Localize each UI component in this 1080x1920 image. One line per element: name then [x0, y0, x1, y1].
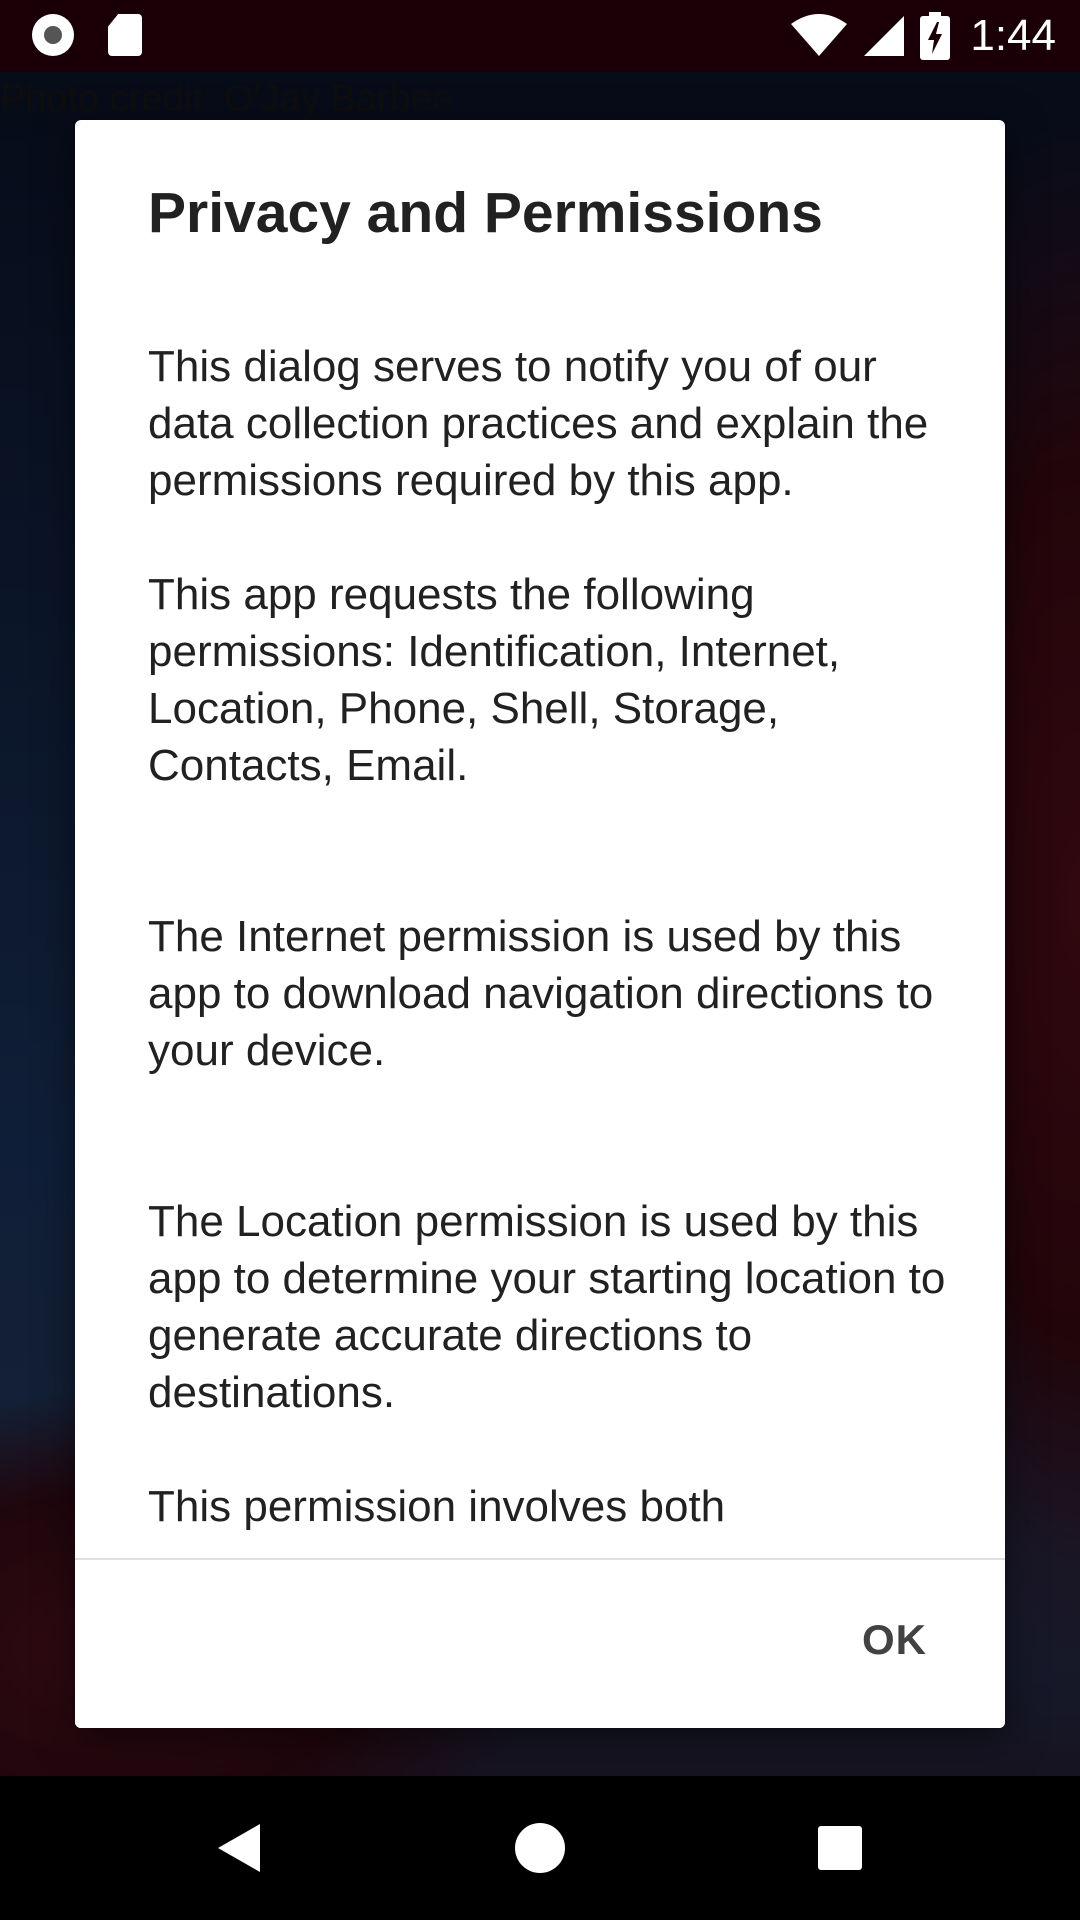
back-icon[interactable] — [212, 1820, 268, 1876]
wifi-icon — [791, 14, 848, 56]
sd-card-icon — [108, 14, 142, 56]
dialog-paragraph-continued: This permission involves both — [148, 1482, 726, 1531]
privacy-dialog: Privacy and Permissions This dialog serv… — [75, 120, 1005, 1728]
dialog-paragraph-permissions: This app requests the following permissi… — [148, 570, 841, 790]
status-time: 1:44 — [970, 11, 1056, 60]
battery-charging-icon — [920, 12, 951, 60]
dialog-paragraph-internet: The Internet permission is used by this … — [148, 912, 934, 1075]
dialog-content[interactable]: This dialog serves to notify you of our … — [148, 338, 948, 1678]
navigation-bar — [0, 1776, 1080, 1920]
recents-icon[interactable] — [812, 1820, 868, 1876]
dialog-footer: OK — [75, 1560, 1005, 1728]
screen-record-icon — [32, 14, 74, 56]
screen: Photo credit: O'Jay Barbee 1:44 Privacy … — [0, 0, 1080, 1920]
dialog-paragraph-location: The Location permission is used by this … — [148, 1197, 946, 1417]
status-bar: 1:44 — [0, 0, 1080, 72]
dialog-paragraph-intro: This dialog serves to notify you of our … — [148, 342, 929, 505]
ok-button[interactable]: OK — [854, 1610, 935, 1670]
home-icon[interactable] — [512, 1820, 568, 1876]
cell-signal-icon — [864, 16, 905, 56]
dialog-title: Privacy and Permissions — [148, 181, 823, 245]
